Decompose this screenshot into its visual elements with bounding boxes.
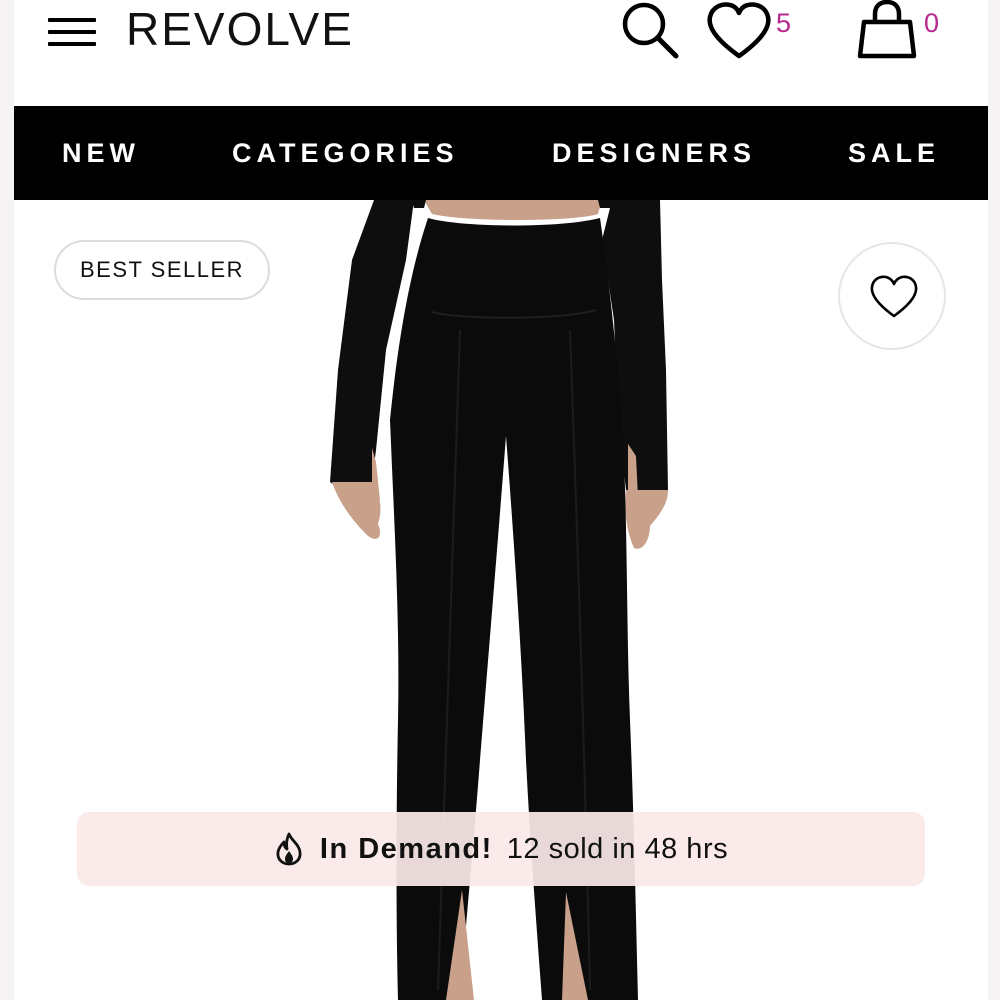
menu-icon-line bbox=[48, 18, 96, 22]
menu-icon-line bbox=[48, 42, 96, 46]
heart-icon bbox=[870, 275, 918, 318]
nav-item-designers[interactable]: DESIGNERS bbox=[552, 106, 756, 200]
bag-count: 0 bbox=[924, 8, 940, 38]
flame-icon bbox=[276, 832, 302, 866]
bag-button[interactable] bbox=[854, 0, 920, 62]
nav-item-sale[interactable]: SALE bbox=[848, 106, 940, 200]
favorite-button[interactable] bbox=[838, 242, 946, 350]
wishlist-button[interactable] bbox=[704, 0, 774, 62]
site-header: REVOLVE 5 0 bbox=[14, 0, 988, 106]
site-logo[interactable]: REVOLVE bbox=[126, 2, 354, 56]
search-button[interactable] bbox=[614, 0, 682, 62]
menu-button[interactable] bbox=[44, 12, 100, 52]
product-image-area[interactable]: BEST SELLER In Demand! 12 sold in 48 hrs bbox=[14, 200, 988, 1000]
nav-item-new[interactable]: NEW bbox=[62, 106, 140, 200]
product-page: REVOLVE 5 0 NEW CATEGORIES DESIGNERS SAL… bbox=[14, 0, 988, 1000]
nav-item-categories[interactable]: CATEGORIES bbox=[232, 106, 459, 200]
heart-icon bbox=[707, 2, 771, 59]
in-demand-title: In Demand! bbox=[319, 832, 493, 865]
menu-icon-line bbox=[48, 30, 96, 34]
wishlist-count: 5 bbox=[776, 8, 792, 38]
search-icon bbox=[622, 2, 679, 59]
shopping-bag-icon bbox=[857, 0, 917, 59]
main-nav: NEW CATEGORIES DESIGNERS SALE bbox=[14, 106, 988, 200]
in-demand-text: 12 sold in 48 hrs bbox=[506, 832, 729, 865]
in-demand-banner: In Demand! 12 sold in 48 hrs bbox=[77, 812, 925, 886]
best-seller-badge: BEST SELLER bbox=[54, 240, 270, 300]
